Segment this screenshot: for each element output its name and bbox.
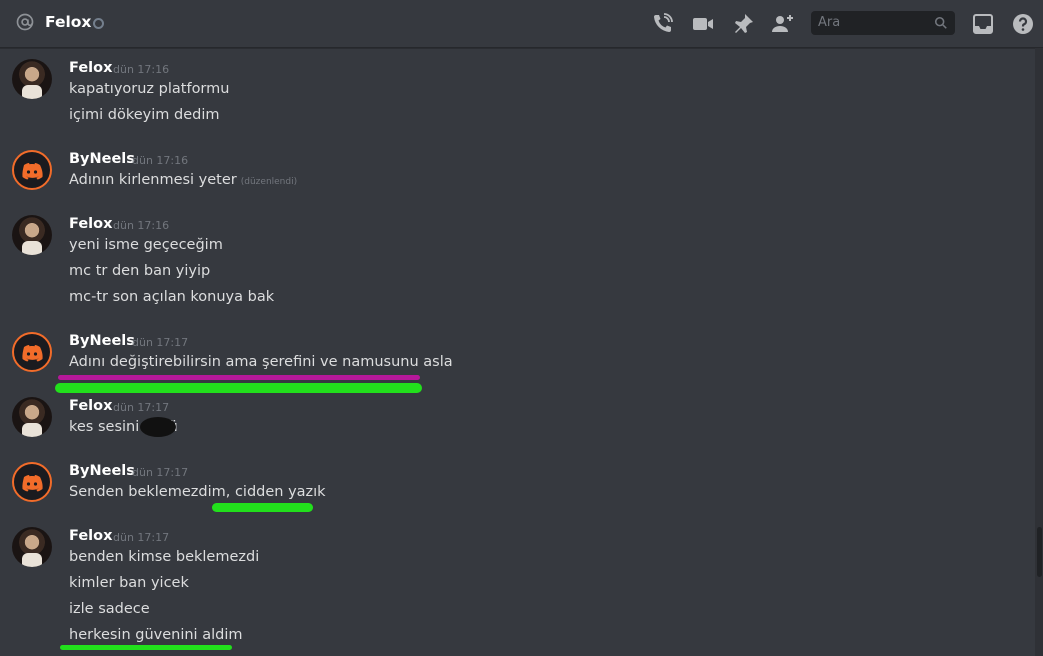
inbox-icon[interactable] bbox=[971, 12, 995, 36]
avatar[interactable] bbox=[12, 397, 52, 437]
message-line: mc tr den ban yiyip bbox=[69, 263, 211, 279]
search-input[interactable]: Ara bbox=[811, 11, 955, 35]
message-author[interactable]: Felox bbox=[69, 60, 112, 76]
edited-label: (düzenlendi) bbox=[240, 177, 298, 187]
message-timestamp: dün 17:17 bbox=[132, 466, 189, 479]
message-author[interactable]: Felox bbox=[69, 216, 112, 232]
message-author[interactable]: Felox bbox=[69, 528, 112, 544]
message-line: Adını değiştirebilirsin ama şerefini ve … bbox=[69, 354, 453, 370]
message-timestamp: dün 17:16 bbox=[113, 219, 170, 232]
message-line: benden kimse beklemezdi bbox=[69, 549, 260, 565]
message-line: izle sadece bbox=[69, 601, 150, 617]
search-icon bbox=[934, 16, 947, 29]
video-call-icon[interactable] bbox=[691, 12, 715, 36]
highlight-underline-green bbox=[60, 645, 232, 650]
discord-logo-icon bbox=[22, 475, 43, 492]
highlight-underline-green bbox=[55, 383, 422, 393]
message-author[interactable]: Felox bbox=[69, 398, 112, 414]
highlight-underline-magenta bbox=[58, 375, 420, 380]
message-line: yeni isme geçeceğim bbox=[69, 237, 223, 253]
message-timestamp: dün 17:16 bbox=[132, 154, 189, 167]
discord-logo-icon bbox=[22, 345, 43, 362]
avatar[interactable] bbox=[12, 462, 52, 502]
message-line: Adının kirlenmesi yeter (düzenlendi) bbox=[69, 172, 297, 188]
help-icon[interactable] bbox=[1011, 12, 1035, 36]
status-indicator bbox=[93, 18, 104, 29]
scrollbar-thumb[interactable] bbox=[1037, 527, 1042, 577]
message-line: Senden beklemezdim, cidden yazık bbox=[69, 484, 326, 500]
pin-icon[interactable] bbox=[731, 12, 755, 36]
search-placeholder: Ara bbox=[818, 15, 841, 30]
avatar[interactable] bbox=[12, 215, 52, 255]
message-timestamp: dün 17:17 bbox=[132, 336, 189, 349]
message-author[interactable]: ByNeels bbox=[69, 463, 135, 479]
message-line: herkesin güvenini aldim bbox=[69, 627, 243, 643]
page-title: Felox bbox=[45, 13, 92, 31]
message-timestamp: dün 17:17 bbox=[113, 531, 170, 544]
message-text: Adının kirlenmesi yeter bbox=[69, 172, 237, 188]
message-line: mc-tr son açılan konuya bak bbox=[69, 289, 275, 305]
message-author[interactable]: ByNeels bbox=[69, 333, 135, 349]
message-timestamp: dün 17:17 bbox=[113, 401, 170, 414]
message-author[interactable]: ByNeels bbox=[69, 151, 135, 167]
avatar[interactable] bbox=[12, 150, 52, 190]
message-line: kapatıyoruz platformu bbox=[69, 81, 230, 97]
at-icon bbox=[16, 13, 34, 31]
avatar[interactable] bbox=[12, 332, 52, 372]
message-timestamp: dün 17:16 bbox=[113, 63, 170, 76]
avatar[interactable] bbox=[12, 527, 52, 567]
channel-header: Felox Ara bbox=[0, 0, 1043, 48]
message-line: içimi dökeyim dedim bbox=[69, 107, 220, 123]
censor-blot bbox=[140, 417, 176, 437]
highlight-underline-green bbox=[212, 503, 313, 512]
add-friend-icon[interactable] bbox=[771, 12, 795, 36]
call-icon[interactable] bbox=[650, 12, 674, 36]
discord-logo-icon bbox=[22, 163, 43, 180]
message-line: kimler ban yicek bbox=[69, 575, 189, 591]
avatar[interactable] bbox=[12, 59, 52, 99]
